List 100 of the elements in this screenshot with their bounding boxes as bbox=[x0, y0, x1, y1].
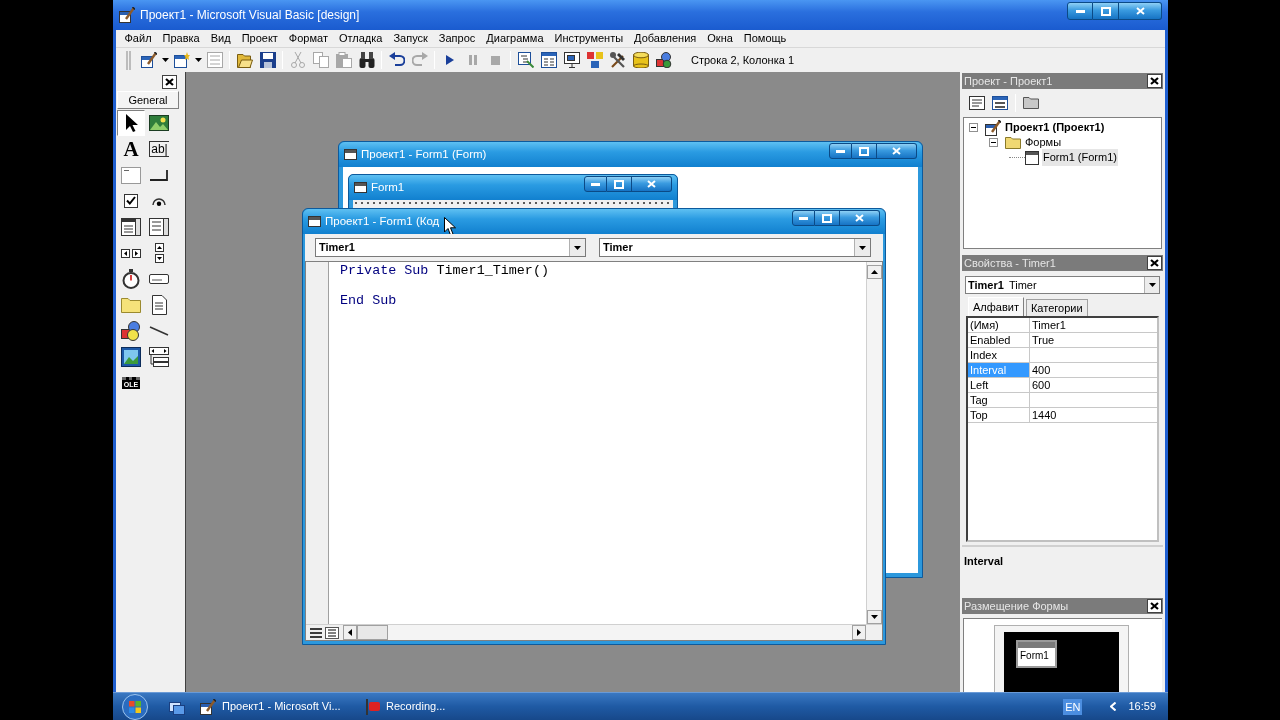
undo-arrow-icon[interactable] bbox=[388, 52, 405, 68]
tree-item[interactable]: Form1 (Form1) bbox=[1042, 149, 1118, 166]
close-button[interactable] bbox=[1147, 599, 1162, 613]
maximize-button[interactable] bbox=[852, 143, 877, 159]
property-value[interactable]: 1440 bbox=[1030, 408, 1157, 422]
properties-tab[interactable]: Алфавит bbox=[968, 297, 1024, 316]
scroll-left-icon[interactable] bbox=[343, 625, 357, 640]
close-button[interactable] bbox=[877, 143, 917, 159]
maximize-button[interactable] bbox=[607, 176, 632, 192]
minimize-button[interactable] bbox=[829, 143, 852, 159]
binoculars-icon[interactable] bbox=[358, 52, 375, 68]
code-view-icon[interactable] bbox=[969, 96, 985, 110]
caret-down-icon[interactable] bbox=[194, 58, 202, 62]
minimize-button[interactable] bbox=[792, 210, 815, 226]
window-title: Проект1 - Form1 (Form) bbox=[361, 146, 487, 162]
maximize-button[interactable] bbox=[1093, 2, 1119, 20]
form-preview[interactable]: Form1 bbox=[1016, 640, 1057, 668]
object-dropdown[interactable]: Timer1 bbox=[315, 238, 586, 257]
landscape-image-icon bbox=[121, 347, 141, 367]
toolbox-tool[interactable] bbox=[117, 110, 145, 136]
minimize-button[interactable] bbox=[1067, 2, 1093, 20]
menu-item[interactable]: Запрос bbox=[433, 31, 481, 46]
close-button[interactable] bbox=[162, 75, 177, 89]
window-layout-icon[interactable] bbox=[563, 52, 580, 68]
taskbar-button[interactable]: Recording... bbox=[360, 694, 450, 719]
object-dropdown[interactable]: Timer1 Timer bbox=[965, 276, 1160, 294]
menu-item[interactable]: Помощь bbox=[738, 31, 792, 46]
window-pen-icon[interactable] bbox=[200, 698, 216, 715]
menu-item[interactable]: Диаграмма bbox=[480, 31, 549, 46]
folder-icon bbox=[1005, 136, 1021, 149]
horizontal-scrollbar[interactable] bbox=[343, 625, 866, 640]
windows-logo-icon[interactable] bbox=[122, 693, 148, 720]
scroll-up-icon[interactable] bbox=[867, 265, 882, 279]
toolbox-tool[interactable]: ab| bbox=[145, 136, 173, 162]
caret-down-icon[interactable] bbox=[161, 58, 169, 62]
window-icon bbox=[344, 149, 357, 160]
colored-blocks-icon[interactable] bbox=[586, 52, 603, 68]
maximize-button[interactable] bbox=[815, 210, 840, 226]
caret-down-icon[interactable] bbox=[1148, 283, 1156, 287]
folder-icon[interactable] bbox=[1023, 97, 1039, 109]
toolbox-tab[interactable]: General bbox=[117, 91, 179, 109]
maximize-icon bbox=[859, 146, 869, 156]
menu-item[interactable]: Окна bbox=[701, 31, 739, 46]
caret-down-icon[interactable] bbox=[574, 245, 581, 250]
close-button[interactable] bbox=[1147, 256, 1162, 270]
property-value[interactable]: True bbox=[1030, 333, 1157, 347]
taskbar-button[interactable]: Проект1 - Microsoft Vi... bbox=[196, 694, 356, 719]
menu-item[interactable]: Добавления bbox=[628, 31, 702, 46]
tree-item[interactable]: Проект1 (Проект1) bbox=[1004, 119, 1106, 136]
property-sheet-icon[interactable] bbox=[540, 52, 557, 68]
close-icon bbox=[1150, 77, 1159, 85]
menu-item[interactable]: Запуск bbox=[387, 31, 434, 46]
procedure-view-icon[interactable] bbox=[309, 626, 323, 639]
form-view-icon[interactable] bbox=[992, 96, 1008, 110]
procedure-dropdown[interactable]: Timer bbox=[599, 238, 871, 257]
menu-item[interactable]: Формат bbox=[283, 31, 334, 46]
properties-tab[interactable]: Категории bbox=[1025, 299, 1088, 316]
property-name[interactable]: (Имя) bbox=[968, 318, 1030, 332]
property-name[interactable]: Top bbox=[968, 408, 1030, 422]
play-icon[interactable] bbox=[445, 55, 454, 65]
database-icon[interactable] bbox=[632, 52, 649, 68]
menu-item[interactable]: Инструменты bbox=[549, 31, 629, 46]
tree-window-icon[interactable] bbox=[517, 52, 534, 68]
scroll-down-icon[interactable] bbox=[867, 610, 882, 624]
menu-item[interactable]: Правка bbox=[157, 31, 206, 46]
code-line: Private Sub Timer1_Timer() bbox=[340, 263, 549, 278]
menu-item[interactable]: Отладка bbox=[333, 31, 388, 46]
hammer-wrench-icon[interactable] bbox=[609, 52, 626, 68]
property-name[interactable]: Enabled bbox=[968, 333, 1030, 347]
tree-item[interactable]: Формы bbox=[1024, 134, 1063, 151]
menu-item[interactable]: Проект bbox=[236, 31, 284, 46]
close-button[interactable] bbox=[632, 176, 672, 192]
minimize-button[interactable] bbox=[584, 176, 607, 192]
open-folder-icon[interactable] bbox=[236, 52, 253, 68]
property-value[interactable]: 400 bbox=[1030, 363, 1157, 377]
property-value[interactable]: 600 bbox=[1030, 378, 1157, 392]
property-value[interactable]: Timer1 bbox=[1030, 318, 1157, 332]
property-name[interactable]: Tag bbox=[968, 393, 1030, 407]
toolbox-tool[interactable]: A bbox=[117, 136, 145, 162]
caret-down-icon[interactable] bbox=[859, 245, 866, 250]
code-line: End Sub bbox=[340, 293, 397, 308]
vertical-scrollbar[interactable] bbox=[866, 262, 882, 624]
menu-item[interactable]: Вид bbox=[205, 31, 237, 46]
menu-item[interactable]: Файл bbox=[119, 31, 158, 46]
radio-dot-icon bbox=[152, 196, 166, 206]
window-wand-icon[interactable] bbox=[140, 52, 157, 68]
scroll-right-icon[interactable] bbox=[852, 625, 866, 640]
shapes-icon[interactable] bbox=[655, 52, 672, 68]
property-name[interactable]: Index bbox=[968, 348, 1030, 362]
minus-box-icon[interactable] bbox=[989, 138, 998, 147]
recorder-flag-icon[interactable] bbox=[364, 698, 380, 715]
minus-box-icon[interactable] bbox=[969, 123, 978, 132]
property-name[interactable]: Left bbox=[968, 378, 1030, 392]
close-button[interactable] bbox=[1147, 74, 1162, 88]
scroll-thumb[interactable] bbox=[357, 625, 388, 640]
chevron-left-icon[interactable] bbox=[1110, 702, 1117, 711]
close-button[interactable] bbox=[840, 210, 880, 226]
grip-handle-icon[interactable] bbox=[126, 50, 131, 70]
module-view-icon[interactable] bbox=[325, 626, 339, 639]
close-button[interactable] bbox=[1119, 2, 1162, 20]
